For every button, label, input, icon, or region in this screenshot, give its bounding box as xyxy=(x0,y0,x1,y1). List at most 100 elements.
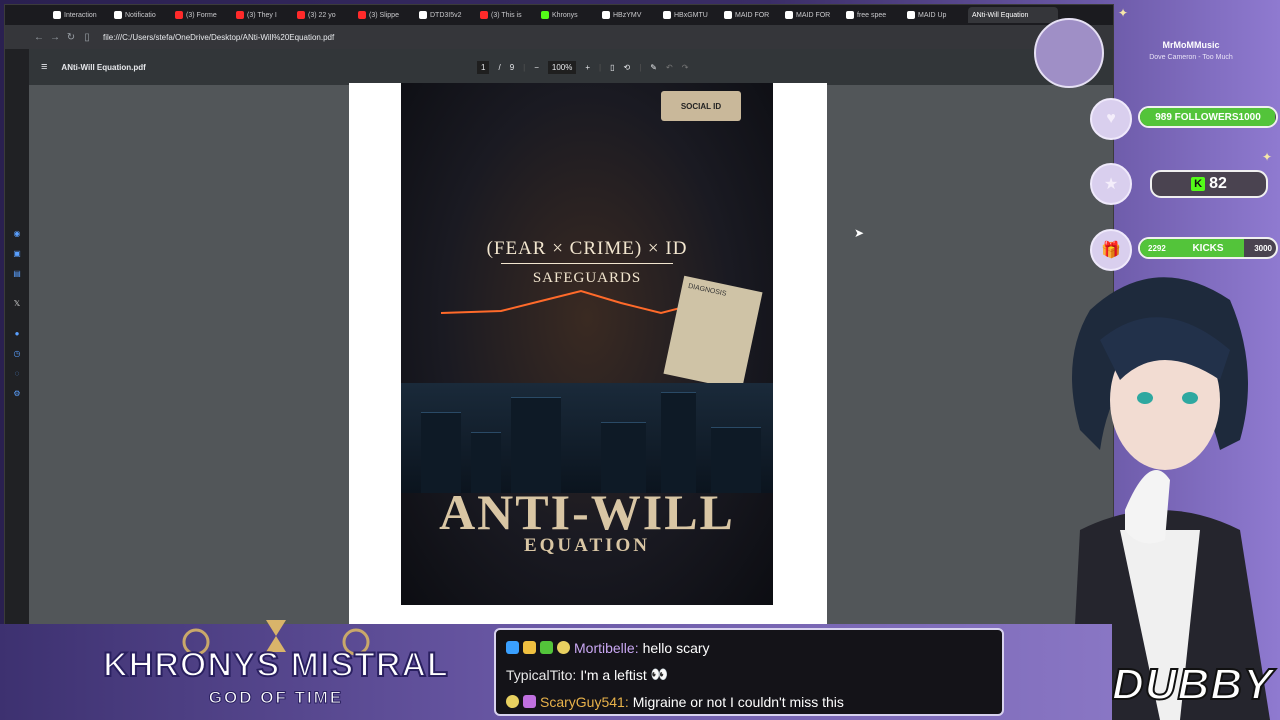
browser-tab[interactable]: MAID Up xyxy=(907,7,965,23)
address-bar: ← → ↻ ▯ file:///C:/Users/stefa/OneDrive/… xyxy=(5,25,1113,49)
favicon-icon xyxy=(480,11,488,19)
tab-label: (3) This is xyxy=(491,11,522,19)
circle-icon[interactable]: ● xyxy=(11,329,23,338)
pdf-controls: 1 / 9 | − 100% + | ▯ ⟲ | ✎ ↶ ↷ xyxy=(477,49,688,85)
cover-title: ANTI-WILL xyxy=(439,484,735,540)
page-separator: / xyxy=(498,62,501,72)
tab-label: (3) Forme xyxy=(186,11,217,19)
browser-window: Interaction Notificatio (3) Forme (3) They … xyxy=(4,4,1114,626)
bubble-icon[interactable]: ◌ xyxy=(11,369,23,378)
settings-icon[interactable]: ⚙ xyxy=(11,389,23,398)
tab-label: Interaction xyxy=(64,11,97,19)
chat-text: Migraine or not I couldn't miss this xyxy=(632,693,844,710)
favicon-icon xyxy=(724,11,732,19)
browser-tab[interactable]: HBzYMV xyxy=(602,7,660,23)
back-icon[interactable]: ← xyxy=(31,32,47,43)
fit-page-icon[interactable]: ▯ xyxy=(610,63,614,72)
pdf-page: SOCIAL ID (FEAR × CRIME) × ID SAFEGUARDS… xyxy=(349,83,827,625)
favicon-icon xyxy=(175,11,183,19)
x-icon[interactable]: 𝕏 xyxy=(11,299,23,308)
clock-icon[interactable]: ◷ xyxy=(11,349,23,358)
file-icon: ▯ xyxy=(84,31,90,43)
page-number-input[interactable]: 1 xyxy=(477,60,490,74)
forward-icon[interactable]: → xyxy=(47,32,63,43)
social-id-card: SOCIAL ID xyxy=(661,91,741,121)
profile-icon[interactable]: ◉ xyxy=(11,229,23,238)
emote-icon: 👀 xyxy=(650,666,669,682)
browser-tab[interactable]: Interaction xyxy=(53,7,111,23)
badge-icon xyxy=(523,695,536,708)
channel-logo: KHRONYS MISTRAL GOD OF TIME xyxy=(96,616,456,716)
undo-icon[interactable]: ↶ xyxy=(666,63,673,72)
kick-count-row: K 82 xyxy=(1152,172,1266,196)
star-icon: ★ xyxy=(1090,163,1132,205)
cover-formula: (FEAR × CRIME) × ID xyxy=(486,238,688,259)
tab-label: (3) Slippe xyxy=(369,11,399,19)
chat-message: TypicalTito: I'm a leftist 👀 xyxy=(506,661,992,688)
tab-label: (3) 22 yo xyxy=(308,11,336,19)
url-text[interactable]: file:///C:/Users/stefa/OneDrive/Desktop/… xyxy=(103,33,334,42)
tab-label: MAID Up xyxy=(918,11,947,19)
badge-icon xyxy=(506,641,519,654)
tab-label: ANti-Will Equation xyxy=(972,11,1029,19)
city-skyline xyxy=(401,383,773,493)
tab-label: MAID FOR xyxy=(735,11,770,19)
kick-count-box: K 82 xyxy=(1150,170,1268,198)
favicon-icon xyxy=(785,11,793,19)
side-panel: ◉ ▣ ▤ 𝕏 ● ◷ ◌ ⚙ xyxy=(5,49,29,625)
favicon-icon xyxy=(236,11,244,19)
browser-tab[interactable]: (3) 22 yo xyxy=(297,7,355,23)
menu-icon[interactable]: ≡ xyxy=(41,61,47,73)
favicon-icon xyxy=(846,11,854,19)
favicon-icon xyxy=(358,11,366,19)
tab-strip: Interaction Notificatio (3) Forme (3) They … xyxy=(5,5,1113,25)
chat-text: hello scary xyxy=(642,639,710,656)
tab-label: HBzYMV xyxy=(613,11,642,19)
browser-tab[interactable]: (3) They I xyxy=(236,7,294,23)
browser-tab[interactable]: free spee xyxy=(846,7,904,23)
browser-tab[interactable]: Notificatio xyxy=(114,7,172,23)
favicon-icon xyxy=(297,11,305,19)
chat-username: ScaryGuy541: xyxy=(540,693,629,710)
zoom-input[interactable]: 100% xyxy=(547,60,577,74)
heart-icon: ♥ xyxy=(1090,98,1132,140)
formula-divider xyxy=(501,263,673,264)
reload-icon[interactable]: ↻ xyxy=(63,32,79,43)
browser-tab[interactable]: DTD3I5v2 xyxy=(419,7,477,23)
browser-tab[interactable]: MAID FOR xyxy=(785,7,843,23)
favicon-icon xyxy=(541,11,549,19)
tab-label: (3) They I xyxy=(247,11,277,19)
tab-label: DTD3I5v2 xyxy=(430,11,462,19)
zoom-in-icon[interactable]: + xyxy=(585,63,590,72)
annotate-icon[interactable]: ✎ xyxy=(650,63,657,72)
logo-sub-text: GOD OF TIME xyxy=(208,688,344,708)
chat-text: I'm a leftist xyxy=(580,666,647,683)
browser-tab[interactable]: Khronys xyxy=(541,7,599,23)
browser-tab[interactable]: (3) Slippe xyxy=(358,7,416,23)
tab-label: Khronys xyxy=(552,11,578,19)
chat-message: Mortibelle: hello scary xyxy=(506,634,992,661)
browser-tab[interactable]: HBxGMTU xyxy=(663,7,721,23)
browser-tab[interactable]: (3) Forme xyxy=(175,7,233,23)
media-icon[interactable]: ▤ xyxy=(11,269,23,278)
zoom-out-icon[interactable]: − xyxy=(534,63,539,72)
now-playing-artist: MrMoMMusic xyxy=(1162,40,1220,50)
followers-goal-bar: 989 FOLLOWERS1000 xyxy=(1138,106,1278,128)
redo-icon[interactable]: ↷ xyxy=(682,63,689,72)
mouse-cursor-icon: ➤ xyxy=(854,226,865,240)
favicon-icon xyxy=(907,11,915,19)
book-cover-image: SOCIAL ID (FEAR × CRIME) × ID SAFEGUARDS… xyxy=(401,83,773,605)
page-total: 9 xyxy=(509,62,515,72)
sparkle-icon: ✦ xyxy=(1262,150,1273,164)
chat-icon[interactable]: ▣ xyxy=(11,249,23,258)
pdf-viewer[interactable]: SOCIAL ID (FEAR × CRIME) × ID SAFEGUARDS… xyxy=(29,83,1113,625)
pdf-toolbar: ≡ ANti-Will Equation.pdf 1 / 9 | − 100% … xyxy=(29,49,1113,85)
tab-label: MAID FOR xyxy=(796,11,831,19)
diagnosis-label: DIAGNOSIS xyxy=(687,282,727,298)
now-playing-widget: MrMoMMusic Dove Cameron - Too Much xyxy=(1030,18,1280,88)
rotate-icon[interactable]: ⟲ xyxy=(624,63,631,72)
browser-tab[interactable]: MAID FOR xyxy=(724,7,782,23)
browser-tab[interactable]: (3) This is xyxy=(480,7,538,23)
badge-icon xyxy=(506,695,519,708)
badge-icon xyxy=(523,641,536,654)
